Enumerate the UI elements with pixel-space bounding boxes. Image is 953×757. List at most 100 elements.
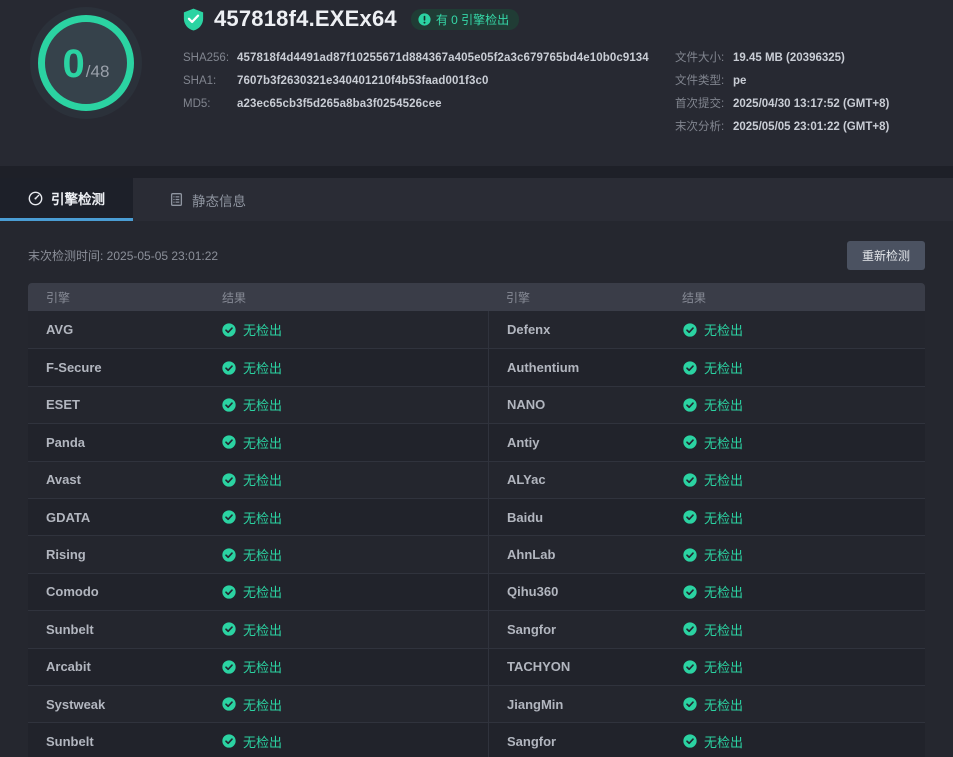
- engine-name: Antiy: [507, 435, 683, 450]
- engine-name: Baidu: [507, 510, 683, 525]
- engine-result: 无检出: [222, 358, 488, 377]
- result-label: 无检出: [243, 695, 282, 714]
- file-info-list: 文件大小: 19.45 MB (20396325) 文件类型: pe 首次提交:…: [675, 47, 889, 139]
- tab-engine-detection[interactable]: 引擎检测: [0, 178, 133, 221]
- result-label: 无检出: [243, 508, 282, 527]
- table-row: Comodo 无检出 Qihu360 无检出: [28, 573, 925, 610]
- last-check-time: 末次检测时间: 2025-05-05 23:01:22: [28, 247, 218, 264]
- result-label: 无检出: [704, 695, 743, 714]
- exclamation-circle-icon: [418, 13, 431, 26]
- check-circle-icon: [683, 697, 697, 711]
- check-circle-icon: [222, 473, 236, 487]
- engine-result: 无检出: [222, 582, 488, 601]
- result-label: 无检出: [704, 358, 743, 377]
- engine-result: 无检出: [222, 732, 488, 751]
- table-row: Arcabit 无检出 TACHYON 无检出: [28, 648, 925, 685]
- engine-name: Sunbelt: [46, 622, 222, 637]
- engine-name: Rising: [46, 547, 222, 562]
- column-header-engine: 引擎: [506, 289, 682, 306]
- info-label: 末次分析:: [675, 116, 733, 139]
- engine-result: 无检出: [222, 508, 488, 527]
- engine-result: 无检出: [683, 620, 925, 639]
- engine-name: Sunbelt: [46, 734, 222, 749]
- hash-label: SHA1:: [183, 70, 237, 93]
- hash-row-sha1: SHA1: 7607b3f2630321e340401210f4b53faad0…: [183, 70, 649, 93]
- engine-name: ESET: [46, 397, 222, 412]
- engine-name: NANO: [507, 397, 683, 412]
- engine-name: Arcabit: [46, 659, 222, 674]
- table-row: ESET 无检出 NANO 无检出: [28, 386, 925, 423]
- table-row: Panda 无检出 Antiy 无检出: [28, 423, 925, 460]
- engine-result: 无检出: [683, 582, 925, 601]
- engine-name: JiangMin: [507, 697, 683, 712]
- engine-name: Authentium: [507, 360, 683, 375]
- engine-result: 无检出: [222, 320, 488, 339]
- result-label: 无检出: [704, 657, 743, 676]
- sha1-value: 7607b3f2630321e340401210f4b53faad001f3c0: [237, 70, 488, 93]
- file-report-header: 0 /48 457818f4.EXEx64 有 0 引擎检出 SHA256: 4…: [0, 0, 953, 166]
- info-label: 文件类型:: [675, 70, 733, 93]
- hash-row-sha256: SHA256: 457818f4d4491ad87f10255671d88436…: [183, 47, 649, 70]
- check-circle-icon: [222, 585, 236, 599]
- result-label: 无检出: [704, 320, 743, 339]
- hash-list: SHA256: 457818f4d4491ad87f10255671d88436…: [183, 47, 649, 116]
- engine-name: GDATA: [46, 510, 222, 525]
- list-icon: [169, 192, 184, 207]
- engine-table-body: AVG 无检出 Defenx 无检出 F-Secure: [28, 311, 925, 757]
- first-submit-value: 2025/04/30 13:17:52 (GMT+8): [733, 93, 889, 116]
- hash-label: MD5:: [183, 93, 237, 116]
- check-circle-icon: [222, 435, 236, 449]
- engine-result: 无检出: [683, 395, 925, 414]
- info-label: 首次提交:: [675, 93, 733, 116]
- shield-check-icon: [183, 8, 204, 31]
- engine-result: 无检出: [222, 470, 488, 489]
- engine-name: Qihu360: [507, 584, 683, 599]
- check-circle-icon: [683, 622, 697, 636]
- check-circle-icon: [683, 585, 697, 599]
- engine-name: Defenx: [507, 322, 683, 337]
- result-label: 无检出: [243, 320, 282, 339]
- info-label: 文件大小:: [675, 47, 733, 70]
- result-label: 无检出: [704, 395, 743, 414]
- result-label: 无检出: [243, 395, 282, 414]
- tab-static-info[interactable]: 静态信息: [147, 178, 268, 221]
- tab-label: 静态信息: [192, 190, 246, 210]
- check-circle-icon: [683, 361, 697, 375]
- engine-name: AVG: [46, 322, 222, 337]
- last-analysis-row: 末次分析: 2025/05/05 23:01:22 (GMT+8): [675, 116, 889, 139]
- table-row: Avast 无检出 ALYac 无检出: [28, 461, 925, 498]
- sha256-value: 457818f4d4491ad87f10255671d884367a405e05…: [237, 47, 649, 70]
- result-label: 无检出: [704, 545, 743, 564]
- check-circle-icon: [683, 473, 697, 487]
- check-circle-icon: [222, 622, 236, 636]
- check-circle-icon: [683, 323, 697, 337]
- result-label: 无检出: [243, 732, 282, 751]
- check-circle-icon: [222, 323, 236, 337]
- check-circle-icon: [222, 697, 236, 711]
- engine-name: Avast: [46, 472, 222, 487]
- check-circle-icon: [222, 660, 236, 674]
- engine-name: F-Secure: [46, 360, 222, 375]
- check-circle-icon: [222, 548, 236, 562]
- check-circle-icon: [683, 510, 697, 524]
- engine-result: 无检出: [683, 732, 925, 751]
- badge-label: 有 0 引擎检出: [436, 11, 509, 28]
- table-row: Sunbelt 无检出 Sangfor 无检出: [28, 722, 925, 757]
- hash-row-md5: MD5: a23ec65cb3f5d265a8ba3f0254526cee: [183, 93, 649, 116]
- detection-score-ring: 0 /48: [38, 15, 134, 111]
- check-circle-icon: [222, 361, 236, 375]
- first-submit-row: 首次提交: 2025/04/30 13:17:52 (GMT+8): [675, 93, 889, 116]
- result-label: 无检出: [243, 657, 282, 676]
- table-row: Systweak 无检出 JiangMin 无检出: [28, 685, 925, 722]
- rescan-button[interactable]: 重新检测: [847, 241, 925, 270]
- result-label: 无检出: [704, 470, 743, 489]
- engine-name: ALYac: [507, 472, 683, 487]
- table-header-row: 引擎 结果 引擎 结果: [28, 283, 925, 311]
- detection-count-badge: 有 0 引擎检出: [411, 9, 519, 30]
- engine-result: 无检出: [683, 358, 925, 377]
- engine-name: Sangfor: [507, 622, 683, 637]
- result-label: 无检出: [704, 732, 743, 751]
- result-label: 无检出: [243, 620, 282, 639]
- check-circle-icon: [683, 398, 697, 412]
- check-circle-icon: [222, 510, 236, 524]
